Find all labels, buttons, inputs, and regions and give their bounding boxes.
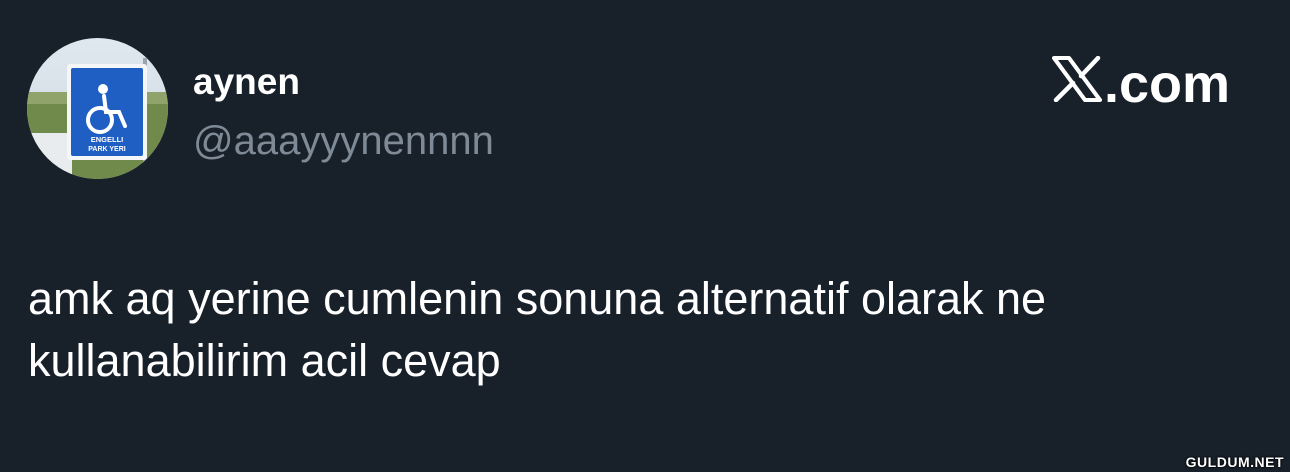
watermark: GULDUM.NET [1185, 454, 1284, 470]
disabled-parking-sign-icon: ENGELLI PARK YERI [27, 38, 168, 179]
display-name[interactable]: aynen [193, 58, 300, 106]
x-logo-icon [1051, 52, 1102, 116]
tweet-text: amk aq yerine cumlenin sonuna alternatif… [28, 273, 1047, 386]
avatar-sign-line2: PARK YERI [88, 146, 126, 153]
avatar-sign-line1: ENGELLI [91, 135, 124, 144]
brand-domain: .com [1103, 54, 1230, 114]
avatar[interactable]: ENGELLI PARK YERI [27, 38, 168, 179]
user-handle[interactable]: @aaayyynennnn [193, 115, 494, 167]
brand-logo: .com [1051, 52, 1230, 116]
